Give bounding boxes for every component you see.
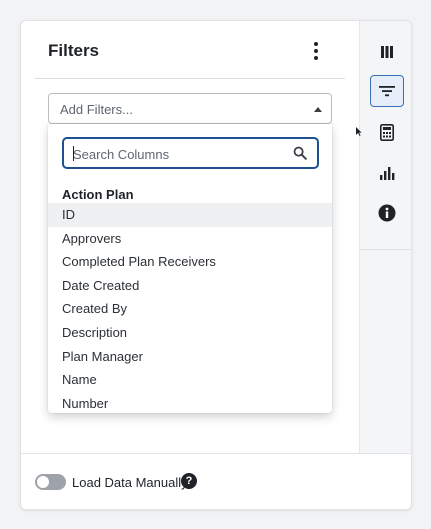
add-filters-placeholder: Add Filters... xyxy=(60,102,133,117)
kebab-dot xyxy=(314,49,318,53)
load-data-manually-toggle[interactable] xyxy=(35,474,66,490)
chart-button[interactable] xyxy=(370,157,404,189)
option-date-created[interactable]: Date Created xyxy=(48,274,332,298)
option-approvers[interactable]: Approvers xyxy=(48,227,332,251)
filters-main: Filters Add Filters... Action Plan ID xyxy=(21,21,359,453)
columns-button[interactable] xyxy=(370,36,404,68)
filters-panel: Filters Add Filters... Action Plan ID xyxy=(20,20,412,510)
search-icon[interactable] xyxy=(293,146,307,160)
option-plan-manager[interactable]: Plan Manager xyxy=(48,345,332,369)
filters-dropdown: Action Plan ID Approvers Completed Plan … xyxy=(48,124,332,413)
kebab-dot xyxy=(314,56,318,60)
option-description[interactable]: Description xyxy=(48,321,332,345)
filter-icon xyxy=(379,86,395,97)
footer-divider xyxy=(21,453,411,454)
column-options-list: ID Approvers Completed Plan Receivers Da… xyxy=(48,203,332,413)
info-icon xyxy=(378,204,396,222)
info-button[interactable] xyxy=(370,197,404,229)
load-data-manually-label: Load Data Manually xyxy=(72,475,188,490)
calculator-button[interactable] xyxy=(370,116,404,148)
calculator-icon xyxy=(380,123,394,141)
side-toolbar xyxy=(359,21,411,453)
mouse-pointer-icon xyxy=(356,127,362,136)
option-created-by[interactable]: Created By xyxy=(48,297,332,321)
add-filters-select[interactable]: Add Filters... xyxy=(48,93,332,124)
question-circle-icon[interactable]: ? xyxy=(181,473,197,489)
filter-button[interactable] xyxy=(370,75,404,107)
bar-chart-icon xyxy=(380,167,395,180)
header-divider xyxy=(35,78,345,79)
option-number[interactable]: Number xyxy=(48,392,332,413)
kebab-dot xyxy=(314,42,318,46)
more-options-icon[interactable] xyxy=(309,39,323,63)
option-completed-plan-receivers[interactable]: Completed Plan Receivers xyxy=(48,250,332,274)
toolbar-divider xyxy=(360,249,411,250)
columns-icon xyxy=(381,46,393,58)
toggle-knob xyxy=(37,476,49,488)
option-name[interactable]: Name xyxy=(48,368,332,392)
option-id[interactable]: ID xyxy=(48,203,332,227)
search-columns-input[interactable] xyxy=(73,145,288,163)
caret-up-icon xyxy=(314,107,322,112)
search-columns-box[interactable] xyxy=(62,137,319,169)
panel-title: Filters xyxy=(48,41,100,60)
option-group-header: Action Plan xyxy=(62,187,134,202)
